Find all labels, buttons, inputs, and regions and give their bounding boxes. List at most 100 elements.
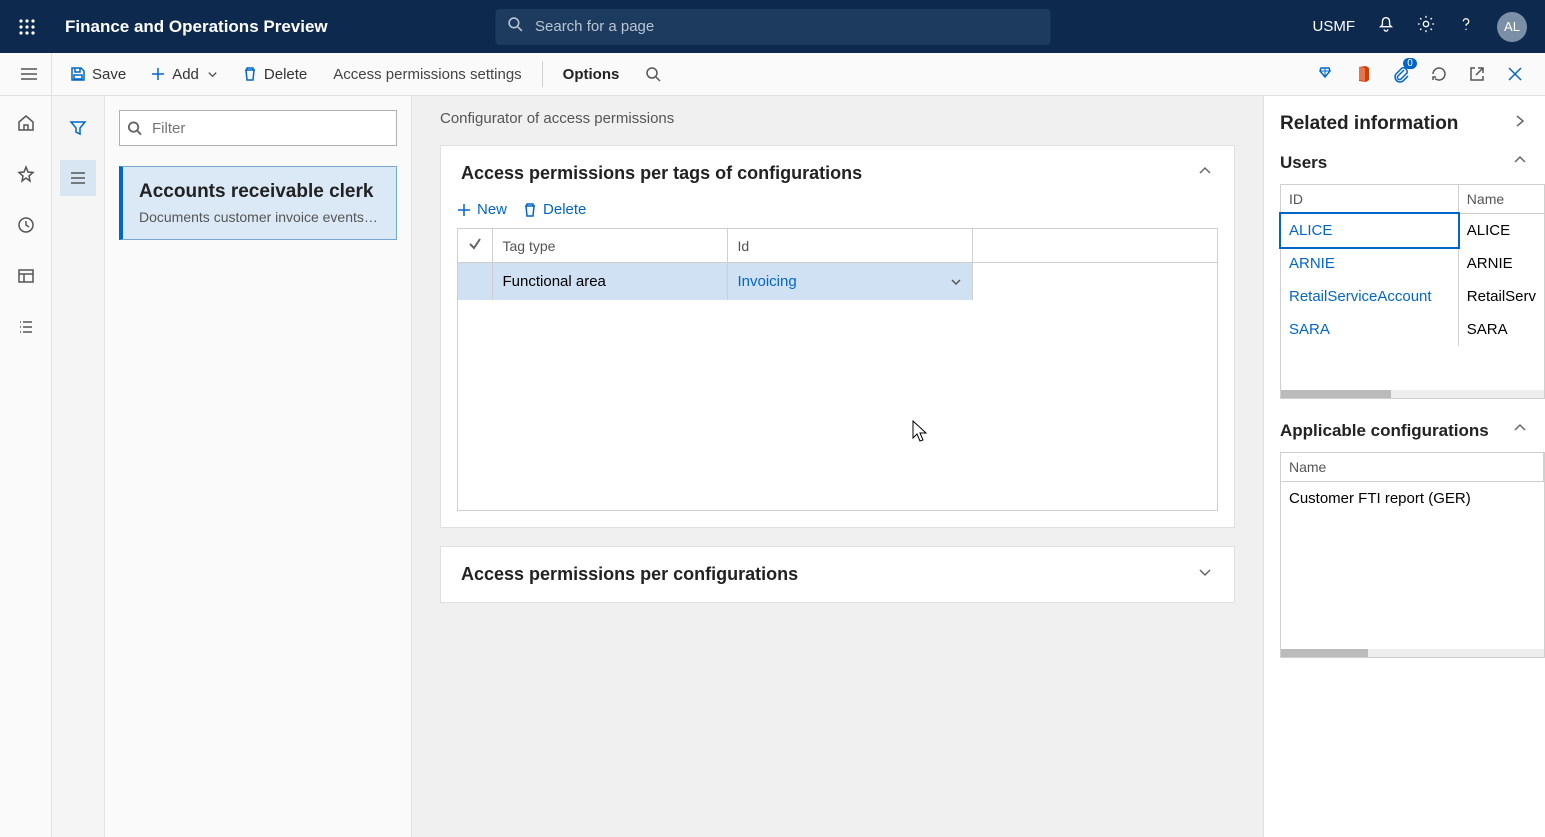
col-tag-type[interactable]: Tag type [492,229,727,263]
panel-configs-header[interactable]: Access permissions per configurations [441,547,1234,602]
users-grid: ID Name ALICEALICE ARNIEARNIE RetailServ… [1280,184,1545,399]
save-label: Save [92,66,126,83]
action-group: Save Add Delete Access permissions setti… [58,53,673,95]
user-name-cell[interactable]: RetailServ [1458,280,1544,313]
users-header[interactable]: Users [1280,151,1545,174]
cell-blank [972,263,1217,301]
col-select[interactable] [458,229,492,263]
list-view-icon[interactable] [60,160,96,196]
cell-id[interactable]: Invoicing [727,263,972,301]
tags-grid: Tag type Id Functional area Invoicing [457,228,1218,511]
star-icon[interactable] [17,165,35,188]
col-user-name[interactable]: Name [1458,185,1544,214]
help-icon[interactable] [1457,15,1475,38]
grid-toolbar: New Delete [441,201,1234,228]
col-id[interactable]: Id [727,229,972,263]
list-item[interactable]: Accounts receivable clerk Documents cust… [119,166,397,240]
grid-new-label: New [477,201,507,218]
avatar-initials: AL [1504,19,1520,34]
filter-input-wrap [119,110,397,146]
grid-delete-button[interactable]: Delete [523,201,586,218]
user-id-cell[interactable]: SARA [1281,313,1458,346]
entity-label[interactable]: USMF [1313,18,1356,35]
filter-search-icon [127,121,142,136]
table-row[interactable]: Customer FTI report (GER) [1281,482,1544,516]
chevron-up-icon [1511,419,1529,442]
panel-tags: Access permissions per tags of configura… [440,145,1235,528]
actionbar-right: 0 [1313,62,1539,86]
user-id-cell[interactable]: RetailServiceAccount [1281,280,1458,313]
actionbar: Save Add Delete Access permissions setti… [0,53,1545,96]
breadcrumb: Configurator of access permissions [440,110,1235,127]
user-name-cell[interactable]: SARA [1458,313,1544,346]
page-search-button[interactable] [633,53,673,95]
user-name-cell[interactable]: ALICE [1458,214,1544,248]
chevron-down-icon [1196,563,1214,586]
recent-icon[interactable] [17,216,35,239]
table-row[interactable]: Functional area Invoicing [458,263,1217,301]
topbar: Finance and Operations Preview USMF AL [0,0,1545,53]
applicable-title: Applicable configurations [1280,421,1489,441]
panel-configs-title: Access permissions per configurations [461,564,798,585]
global-search-input[interactable] [495,9,1050,45]
grid-new-button[interactable]: New [457,201,507,218]
options-button[interactable]: Options [549,66,634,83]
list-item-title: Accounts receivable clerk [139,181,380,203]
nav-toggle-button[interactable] [6,53,52,95]
panel-configs: Access permissions per configurations [440,546,1235,603]
funnel-icon[interactable] [60,110,96,146]
applicable-grid-pad [1281,515,1544,645]
applicable-grid: Name Customer FTI report (GER) [1280,452,1545,658]
users-title: Users [1280,153,1327,173]
close-icon[interactable] [1503,62,1527,86]
users-scrollbar[interactable] [1281,390,1544,398]
applicable-section: Applicable configurations Name Customer … [1280,419,1545,658]
search-icon [507,16,523,37]
attachments-badge: 0 [1403,58,1417,69]
modules-icon[interactable] [17,318,35,341]
workspace-icon[interactable] [17,267,35,290]
users-grid-pad [1281,346,1544,386]
chevron-down-icon [950,276,962,288]
app-launcher-icon[interactable] [0,18,53,36]
workspace: Accounts receivable clerk Documents cust… [0,96,1545,837]
access-settings-button[interactable]: Access permissions settings [319,66,535,83]
table-row[interactable]: ARNIEARNIE [1281,247,1544,280]
user-id-cell[interactable]: ALICE [1281,214,1458,248]
applicable-scrollbar[interactable] [1281,649,1544,657]
table-row[interactable]: RetailServiceAccountRetailServ [1281,280,1544,313]
office-icon[interactable] [1351,62,1375,86]
cell-tag-type[interactable]: Functional area [492,263,727,301]
attachments-icon[interactable]: 0 [1389,62,1413,86]
notifications-icon[interactable] [1377,15,1395,38]
related-header: Related information [1280,112,1545,135]
panel-tags-header[interactable]: Access permissions per tags of configura… [441,146,1234,201]
col-config-name[interactable]: Name [1281,453,1544,482]
avatar[interactable]: AL [1497,12,1527,42]
save-button[interactable]: Save [58,53,138,95]
gear-icon[interactable] [1417,15,1435,38]
popout-icon[interactable] [1465,62,1489,86]
filter-input[interactable] [119,110,397,146]
home-icon[interactable] [17,114,35,137]
search-container [495,9,1050,45]
col-user-id[interactable]: ID [1281,185,1458,214]
chevron-up-icon [1511,151,1529,174]
user-id-cell[interactable]: ARNIE [1281,247,1458,280]
col-blank [972,229,1217,263]
diamond-icon[interactable] [1313,62,1337,86]
list-item-desc: Documents customer invoice events and ..… [139,209,380,225]
row-select-cell[interactable] [458,263,492,301]
user-name-cell[interactable]: ARNIE [1458,247,1544,280]
applicable-header[interactable]: Applicable configurations [1280,419,1545,442]
refresh-icon[interactable] [1427,62,1451,86]
delete-button[interactable]: Delete [230,53,319,95]
grid-empty-body [458,300,1217,510]
config-name-cell[interactable]: Customer FTI report (GER) [1281,482,1544,516]
table-row[interactable]: ALICEALICE [1281,214,1544,248]
table-row[interactable]: SARASARA [1281,313,1544,346]
chevron-right-icon[interactable] [1511,112,1529,135]
grid-delete-label: Delete [543,201,586,218]
add-button[interactable]: Add [138,53,230,95]
cell-id-value: Invoicing [738,273,797,290]
